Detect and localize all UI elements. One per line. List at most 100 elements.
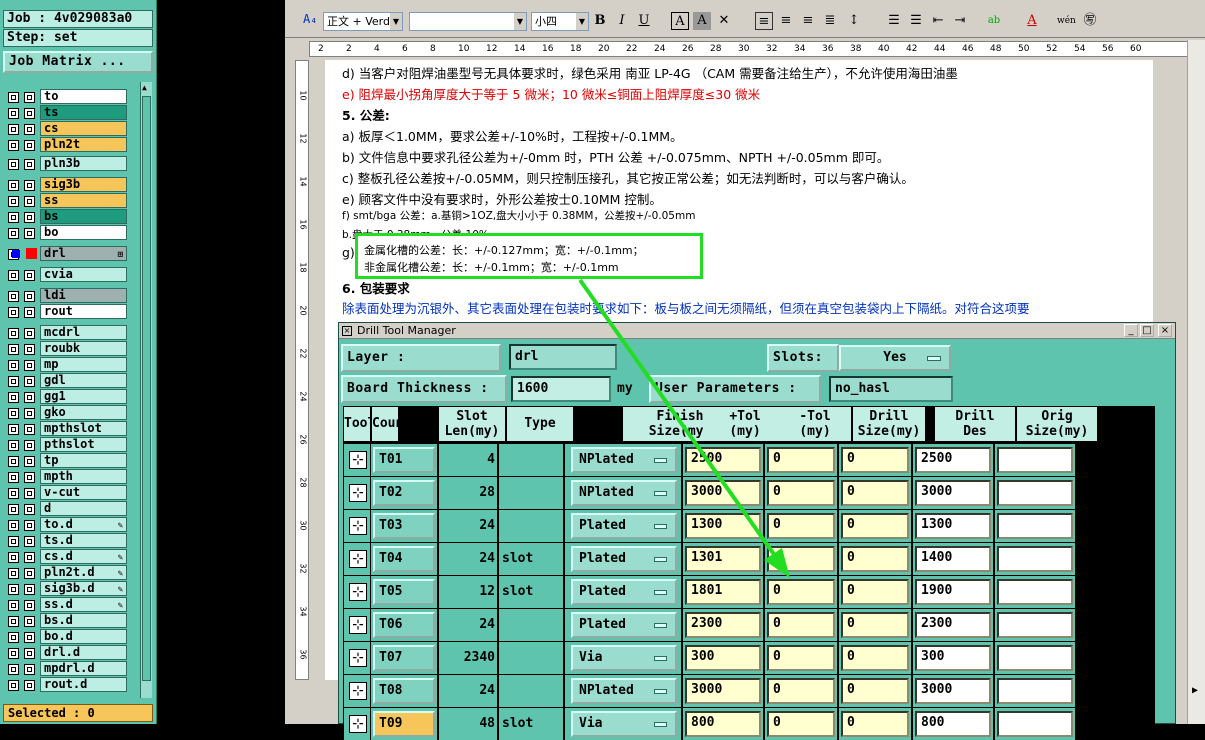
layer-row-cs[interactable]: cs bbox=[4, 121, 140, 137]
numbering-icon[interactable]: ☰ bbox=[885, 12, 903, 30]
finish-input[interactable]: 3000 bbox=[685, 480, 761, 506]
layer-checkbox[interactable] bbox=[8, 307, 19, 318]
layer-name[interactable]: to bbox=[40, 89, 127, 104]
job-matrix-button[interactable]: Job Matrix ... bbox=[3, 51, 153, 73]
layer-row-bs[interactable]: bs bbox=[4, 209, 140, 225]
drill-input[interactable]: 800 bbox=[915, 711, 991, 737]
ptol-input[interactable]: 0 bbox=[767, 513, 835, 539]
layer-name[interactable]: gko bbox=[40, 405, 127, 420]
window-menu-icon[interactable]: × bbox=[342, 326, 352, 336]
layer-name[interactable]: mpth bbox=[40, 469, 127, 484]
layer-checkbox[interactable] bbox=[8, 108, 19, 119]
des-input[interactable] bbox=[997, 480, 1073, 506]
finish-input[interactable]: 2500 bbox=[685, 447, 761, 473]
maximize-icon[interactable]: □ bbox=[1140, 324, 1154, 337]
tool-button[interactable]: T06 bbox=[373, 612, 435, 638]
layer-row-bo.d[interactable]: bo.d bbox=[4, 629, 140, 645]
table-row[interactable]: ⊹ T01 4 NPlated 2500 0 0 2500 bbox=[343, 444, 1155, 476]
finish-input[interactable]: 3000 bbox=[685, 678, 761, 704]
finish-input[interactable]: 1301 bbox=[685, 546, 761, 572]
layer-checkbox[interactable] bbox=[8, 212, 19, 223]
layer-name[interactable]: pln2t bbox=[40, 137, 127, 152]
layer-name[interactable]: mpthslot bbox=[40, 421, 127, 436]
layer-affected-checkbox[interactable] bbox=[24, 291, 35, 302]
enclose-char-icon[interactable]: ㊢ bbox=[1081, 12, 1099, 30]
bold-button[interactable]: B bbox=[591, 12, 609, 30]
table-row[interactable]: ⊹ T03 24 Plated 1300 0 0 1300 bbox=[343, 510, 1155, 542]
tool-button[interactable]: T03 bbox=[373, 513, 435, 539]
expand-row-icon[interactable]: ⊹ bbox=[349, 517, 367, 535]
layer-row-mp[interactable]: mp bbox=[4, 357, 140, 373]
expand-row-icon[interactable]: ⊹ bbox=[349, 715, 367, 733]
layer-checkbox[interactable] bbox=[8, 440, 19, 451]
layer-affected-checkbox[interactable] bbox=[24, 159, 35, 170]
tool-type-option[interactable]: Plated bbox=[571, 579, 677, 605]
size-select[interactable]: 小四 ▼ bbox=[531, 12, 589, 31]
layer-name[interactable]: bo bbox=[40, 225, 127, 240]
layer-affected-checkbox[interactable] bbox=[24, 344, 35, 355]
layer-row-ss.d[interactable]: ss.d ✎ bbox=[4, 597, 140, 613]
justify-icon[interactable]: ≣ bbox=[821, 12, 839, 30]
layer-checkbox[interactable] bbox=[8, 488, 19, 499]
drill-input[interactable]: 3000 bbox=[915, 480, 991, 506]
tool-type-option[interactable]: Via bbox=[571, 711, 677, 737]
finish-input[interactable]: 300 bbox=[685, 645, 761, 671]
scroll-thumb[interactable] bbox=[142, 96, 151, 681]
tool-type-option[interactable]: Plated bbox=[571, 612, 677, 638]
layer-row-gg1[interactable]: gg1 bbox=[4, 389, 140, 405]
layer-name[interactable]: bs.d bbox=[40, 613, 127, 628]
ntol-input[interactable]: 0 bbox=[841, 447, 909, 473]
layer-checkbox[interactable] bbox=[8, 552, 19, 563]
layer-row-gdl[interactable]: gdl bbox=[4, 373, 140, 389]
layer-row-sig3b.d[interactable]: sig3b.d ✎ bbox=[4, 581, 140, 597]
des-input[interactable] bbox=[997, 678, 1073, 704]
layer-value[interactable]: drl bbox=[509, 344, 617, 370]
layer-row-mpth[interactable]: mpth bbox=[4, 469, 140, 485]
tool-button[interactable]: T05 bbox=[373, 579, 435, 605]
tool-type-option[interactable]: Plated bbox=[571, 546, 677, 572]
expand-row-icon[interactable]: ⊹ bbox=[349, 583, 367, 601]
char-shading-icon[interactable]: A bbox=[693, 12, 711, 30]
layer-checkbox[interactable] bbox=[8, 270, 19, 281]
layer-name[interactable]: ss bbox=[40, 193, 127, 208]
ntol-input[interactable]: 0 bbox=[841, 546, 909, 572]
layer-name[interactable]: drl ⊞ bbox=[40, 246, 127, 261]
des-input[interactable] bbox=[997, 447, 1073, 473]
layer-checkbox[interactable] bbox=[8, 392, 19, 403]
ntol-input[interactable]: 0 bbox=[841, 579, 909, 605]
align-center-icon[interactable]: ≡ bbox=[777, 12, 795, 30]
layer-row-v-cut[interactable]: v-cut bbox=[4, 485, 140, 501]
layer-affected-checkbox[interactable] bbox=[24, 504, 35, 515]
font-color-icon[interactable]: A bbox=[1023, 12, 1041, 30]
user-parameters-button[interactable]: User Parameters : bbox=[649, 375, 821, 403]
layer-row-pln2t[interactable]: pln2t bbox=[4, 137, 140, 153]
ptol-input[interactable]: 0 bbox=[767, 612, 835, 638]
layer-name[interactable]: gdl bbox=[40, 373, 127, 388]
layer-row-to[interactable]: to bbox=[4, 89, 140, 105]
layer-checkbox[interactable] bbox=[8, 124, 19, 135]
drill-input[interactable]: 2500 bbox=[915, 447, 991, 473]
layer-checkbox[interactable] bbox=[8, 520, 19, 531]
layer-row-mpthslot[interactable]: mpthslot bbox=[4, 421, 140, 437]
layer-row-cs.d[interactable]: cs.d ✎ bbox=[4, 549, 140, 565]
layer-name[interactable]: cs bbox=[40, 121, 127, 136]
tool-type-option[interactable]: NPlated bbox=[571, 678, 677, 704]
drill-input[interactable]: 300 bbox=[915, 645, 991, 671]
layer-affected-checkbox[interactable] bbox=[24, 472, 35, 483]
layer-affected-checkbox[interactable] bbox=[24, 212, 35, 223]
layer-name[interactable]: cs.d ✎ bbox=[40, 549, 127, 564]
expand-row-icon[interactable]: ⊹ bbox=[349, 616, 367, 634]
ntol-input[interactable]: 0 bbox=[841, 678, 909, 704]
layer-affected-checkbox[interactable] bbox=[24, 180, 35, 191]
layer-row-ts[interactable]: ts bbox=[4, 105, 140, 121]
finish-input[interactable]: 2300 bbox=[685, 612, 761, 638]
layer-affected-checkbox[interactable] bbox=[24, 616, 35, 627]
underline-button[interactable]: U bbox=[635, 12, 653, 30]
layer-affected-checkbox[interactable] bbox=[24, 124, 35, 135]
layer-name[interactable]: rout.d bbox=[40, 677, 127, 692]
expand-row-icon[interactable]: ⊹ bbox=[349, 484, 367, 502]
layer-affected-checkbox[interactable] bbox=[24, 600, 35, 611]
layer-affected-checkbox[interactable] bbox=[24, 536, 35, 547]
layer-row-d[interactable]: d bbox=[4, 501, 140, 517]
layer-checkbox[interactable] bbox=[8, 600, 19, 611]
